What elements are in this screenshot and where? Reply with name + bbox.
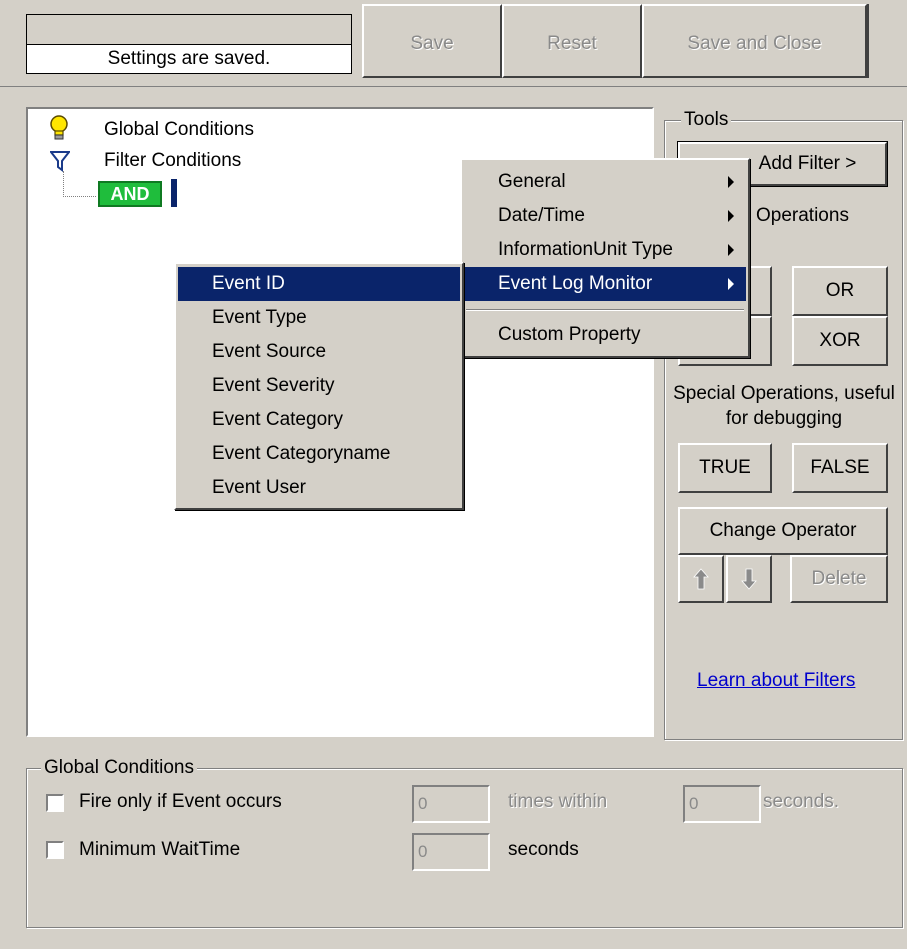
delete-label: Delete [811,568,867,589]
global-conditions-legend: Global Conditions [41,757,197,779]
reset-button[interactable]: Reset [502,4,642,78]
fire-times-input[interactable]: 0 [412,785,490,823]
menu-item-date-time[interactable]: Date/Time [464,199,746,233]
submenu-item-event-category[interactable]: Event Category [178,403,460,437]
submenu-item-event-categoryname-label: Event Categoryname [212,443,391,464]
add-filter-menu: General Date/Time InformationUnit Type E… [460,158,750,358]
and-node[interactable]: AND [98,181,162,207]
toolbar-divider [867,4,869,78]
tree-connector [63,171,96,197]
move-down-button[interactable] [726,555,772,603]
submenu-item-event-source-label: Event Source [212,341,327,362]
move-up-button[interactable] [678,555,724,603]
true-label: TRUE [699,457,751,478]
or-label: OR [825,280,855,301]
tree-label-filter: Filter Conditions [104,150,242,171]
menu-item-general-label: General [498,171,566,192]
submenu-item-event-type[interactable]: Event Type [178,301,460,335]
submenu-item-event-severity[interactable]: Event Severity [178,369,460,403]
menu-separator [466,309,744,311]
arrow-down-icon [741,568,757,590]
status-text-box: Settings are saved. [26,44,352,74]
menu-item-event-log-monitor[interactable]: Event Log Monitor [464,267,746,301]
save-button[interactable]: Save [362,4,502,78]
xor-button[interactable]: XOR [792,316,888,366]
tree-label-global: Global Conditions [104,119,254,140]
save-and-close-button-label: Save and Close [687,33,822,54]
fire-only-label: Fire only if Event occurs [79,791,282,812]
times-within-label: times within [508,791,608,812]
menu-item-custom-property[interactable]: Custom Property [464,318,746,352]
submenu-arrow-icon [728,210,734,222]
min-wait-label: Minimum WaitTime [79,839,241,860]
menu-item-event-log-monitor-label: Event Log Monitor [498,273,653,294]
operations-label: Operations [756,205,849,226]
or-button[interactable]: OR [792,266,888,316]
min-wait-checkbox[interactable] [46,841,64,859]
fire-seconds-input[interactable]: 0 [683,785,761,823]
submenu-item-event-severity-label: Event Severity [212,375,335,396]
min-wait-input[interactable]: 0 [412,833,490,871]
false-button[interactable]: FALSE [792,443,888,493]
save-button-label: Save [410,33,454,54]
save-and-close-button[interactable]: Save and Close [642,4,867,78]
and-node-label: AND [110,184,150,204]
text-cursor [171,179,177,207]
submenu-item-event-user[interactable]: Event User [178,471,460,505]
submenu-item-event-id[interactable]: Event ID [178,267,460,301]
submenu-arrow-icon [728,176,734,188]
change-operator-label: Change Operator [709,520,857,541]
menu-item-informationunit-type[interactable]: InformationUnit Type [464,233,746,267]
status-text: Settings are saved. [107,48,271,69]
menu-item-informationunit-type-label: InformationUnit Type [498,239,673,260]
menu-item-custom-property-label: Custom Property [498,324,641,345]
funnel-icon [50,151,70,172]
fire-only-checkbox[interactable] [46,794,64,812]
submenu-item-event-categoryname[interactable]: Event Categoryname [178,437,460,471]
xor-label: XOR [819,330,861,351]
submenu-item-event-user-label: Event User [212,477,306,498]
reset-button-label: Reset [547,33,597,54]
special-ops-label: Special Operations, useful for debugging [672,381,896,431]
change-operator-button[interactable]: Change Operator [678,507,888,555]
tools-legend: Tools [681,109,732,131]
seconds-label-2: seconds [508,839,579,860]
submenu-item-event-type-label: Event Type [212,307,307,328]
arrow-up-icon [693,568,709,590]
submenu-arrow-icon [728,278,734,290]
menu-item-general[interactable]: General [464,165,746,199]
menu-item-date-time-label: Date/Time [498,205,585,226]
submenu-item-event-category-label: Event Category [212,409,343,430]
true-button[interactable]: TRUE [678,443,772,493]
event-log-submenu: Event ID Event Type Event Source Event S… [174,262,464,510]
submenu-item-event-source[interactable]: Event Source [178,335,460,369]
delete-button[interactable]: Delete [790,555,888,603]
learn-about-filters-link[interactable]: Learn about Filters [697,670,855,692]
submenu-item-event-id-label: Event ID [212,273,285,294]
submenu-arrow-icon [728,244,734,256]
false-label: FALSE [810,457,870,478]
special-ops-text: Special Operations, useful for debugging [673,383,895,429]
seconds-label-1: seconds. [763,791,840,812]
top-toolbar: Settings are saved. Save Reset Save and … [0,0,907,87]
lightbulb-icon [50,115,68,140]
